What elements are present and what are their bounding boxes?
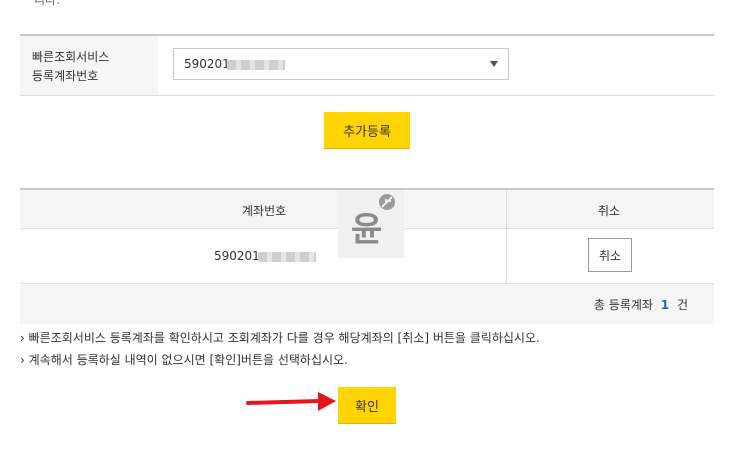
- header-cancel: 취소: [598, 204, 621, 218]
- label-line2: 등록계좌번호: [32, 69, 99, 83]
- confirm-button[interactable]: 확인: [338, 387, 396, 423]
- header-account: 계좌번호: [242, 204, 287, 218]
- notice-list: › 빠른조회서비스 등록계좌를 확인하시고 조회계좌가 다를 경우 해당계좌의 …: [20, 330, 540, 374]
- label-line1: 빠른조회서비스: [32, 50, 110, 64]
- add-register-button[interactable]: 추가등록: [324, 112, 410, 148]
- account-number: 590201-: [214, 249, 265, 263]
- cancel-button[interactable]: 취소: [588, 238, 632, 272]
- account-label: 빠른조회서비스 등록계좌번호: [20, 36, 158, 95]
- leaf-icon: [379, 194, 395, 210]
- dropdown-arrow-icon: [490, 61, 498, 67]
- account-form: 빠른조회서비스 등록계좌번호 590201-: [20, 34, 714, 96]
- summary-text: 총 등록계좌 1 건: [594, 296, 688, 313]
- list-item: › 빠른조회서비스 등록계좌를 확인하시고 조회계좌가 다를 경우 해당계좌의 …: [20, 331, 540, 345]
- account-select[interactable]: 590201-: [173, 48, 509, 80]
- summary-suffix: 건: [676, 298, 688, 312]
- red-arrow-icon: [246, 392, 336, 411]
- masked-account-digits: [227, 60, 285, 70]
- truncated-text: 니다.: [34, 0, 60, 7]
- summary-prefix: 총 등록계좌: [593, 298, 653, 312]
- masked-account-digits: [258, 252, 316, 262]
- summary-row: 총 등록계좌 1 건: [20, 284, 714, 324]
- list-item: › 계속해서 등록하실 내역이 없으시면 [확인]버튼을 선택하십시오.: [20, 353, 348, 367]
- watermark-logo: 윤: [338, 190, 404, 258]
- summary-count: 1: [660, 298, 670, 312]
